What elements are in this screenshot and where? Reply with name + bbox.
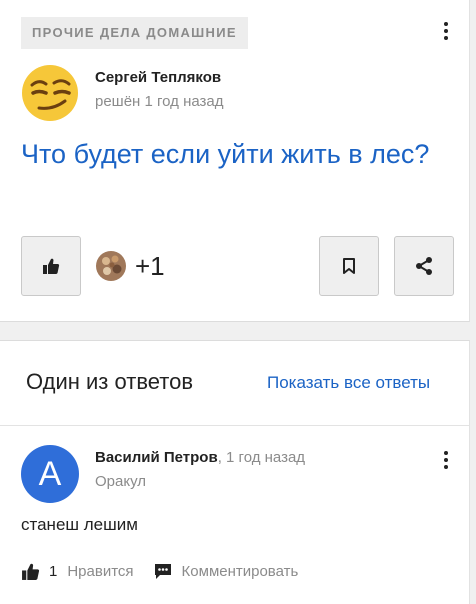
question-card: ПРОЧИЕ ДЕЛА ДОМАШНИЕ Сергей Тепляков реш… bbox=[0, 0, 470, 322]
answers-section-title: Один из ответов bbox=[26, 369, 194, 394]
answer-card: Один из ответов Показать все ответы A Ва… bbox=[0, 340, 470, 604]
comment-icon bbox=[154, 564, 171, 579]
answer-like-count: 1 bbox=[49, 562, 58, 580]
more-vertical-icon[interactable] bbox=[434, 19, 458, 43]
divider bbox=[0, 425, 469, 426]
thumbs-up-icon bbox=[43, 258, 60, 274]
share-button[interactable] bbox=[394, 236, 454, 296]
thumbs-up-icon[interactable] bbox=[21, 562, 40, 581]
share-icon bbox=[416, 257, 432, 275]
question-status: решён 1 год назад bbox=[95, 93, 224, 110]
answer-time: , 1 год назад bbox=[217, 449, 306, 466]
like-label[interactable]: Нравится bbox=[67, 563, 133, 580]
comment-label: Комментировать bbox=[181, 562, 299, 580]
answer-text: станеш лешим bbox=[21, 515, 138, 534]
smirk-emoji-avatar[interactable] bbox=[21, 64, 79, 122]
bookmark-icon bbox=[343, 258, 355, 274]
comment-button[interactable]: Комментировать bbox=[154, 562, 299, 580]
bookmark-button[interactable] bbox=[319, 236, 379, 296]
liker-avatar[interactable] bbox=[96, 251, 126, 281]
answer-author-avatar[interactable]: A bbox=[21, 445, 79, 503]
category-tag[interactable]: ПРОЧИЕ ДЕЛА ДОМАШНИЕ bbox=[21, 17, 248, 49]
like-button[interactable] bbox=[21, 236, 81, 296]
answer-author-role: Оракул bbox=[95, 473, 147, 490]
question-author[interactable]: Сергей Тепляков bbox=[95, 69, 221, 86]
show-all-answers-link[interactable]: Показать все ответы bbox=[267, 373, 430, 393]
like-count[interactable]: +1 bbox=[135, 251, 165, 281]
question-title[interactable]: Что будет если уйти жить в лес? bbox=[21, 136, 441, 172]
more-vertical-icon[interactable] bbox=[434, 448, 458, 472]
answer-author-line: Василий Петров, 1 год назад bbox=[95, 449, 305, 466]
answer-author[interactable]: Василий Петров bbox=[95, 449, 218, 466]
answer-actions: 1 Нравится Комментировать bbox=[21, 560, 298, 582]
